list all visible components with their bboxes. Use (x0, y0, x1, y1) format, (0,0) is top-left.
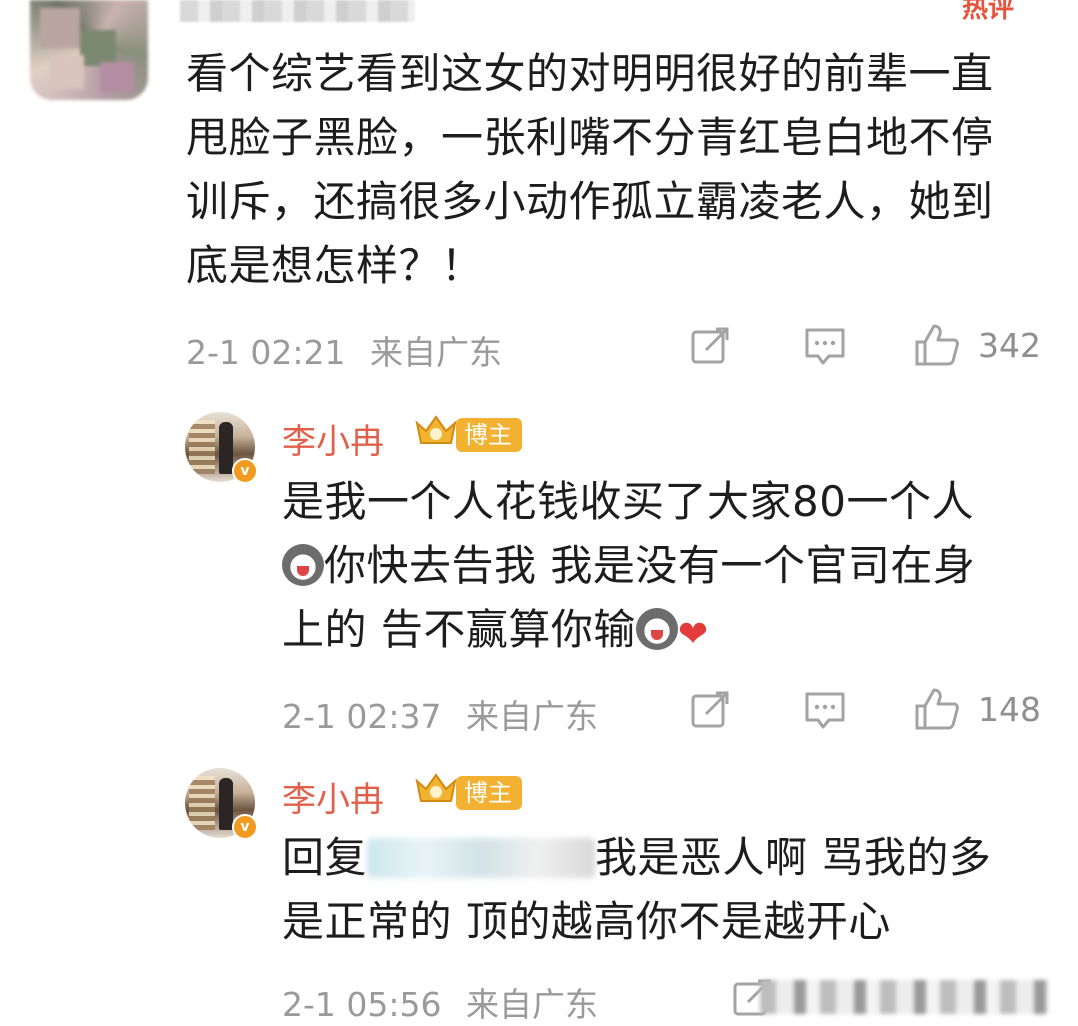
reply-body: 是我一个人花钱收买了大家80一个人 你快去告我 我是没有一个官司在身 上的 告不… (282, 470, 975, 667)
heart-emoji-icon: ❤ (677, 614, 709, 655)
thumbs-up-icon[interactable] (914, 686, 960, 732)
verified-badge-icon: v (232, 814, 258, 840)
reply-body: 回复 我是恶人啊 骂我的多 是正常的 顶的越高你不是越开心 (282, 826, 991, 954)
crown-icon (415, 773, 457, 802)
comment-line: 看个综艺看到这女的对明明很好的前辈一直 (186, 49, 994, 98)
like-count: 342 (978, 326, 1041, 365)
reply-username[interactable]: 李小冉 (282, 414, 384, 463)
reply-username[interactable]: 李小冉 (282, 772, 384, 821)
reply-prefix: 回复 (282, 833, 368, 882)
verified-badge-icon: v (232, 458, 258, 484)
actions-blurred (760, 980, 1050, 1014)
comment-body: 看个综艺看到这女的对明明很好的前辈一直 甩脸子黑脸，一张利嘴不分青红皂白地不停 … (186, 42, 994, 298)
husky-emoji-icon (635, 608, 678, 650)
reply-time: 2-1 02:37 (282, 697, 442, 736)
comment-line: 底是想怎样？！ (186, 241, 484, 290)
mention-blurred[interactable] (367, 838, 596, 878)
like-count: 148 (978, 690, 1041, 729)
blogger-badge: 博主 (456, 418, 522, 452)
thumbs-up-icon[interactable] (914, 322, 960, 368)
comment-time: 2-1 02:21 (186, 333, 346, 372)
commenter-avatar-blurred[interactable] (30, 0, 148, 100)
comment-line: 训斥，还搞很多小动作孤立霸凌老人，她到 (186, 177, 994, 226)
blogger-badge: 博主 (456, 776, 522, 810)
reply-time: 2-1 05:56 (282, 985, 442, 1024)
reply-line: 回复 我是恶人啊 骂我的多 (282, 833, 992, 882)
share-icon[interactable] (690, 690, 732, 730)
commenter-name-blurred[interactable] (180, 0, 415, 22)
reply-location: 来自广东 (466, 697, 598, 736)
reply-line: 你快去告我 我是没有一个官司在身 (282, 534, 975, 598)
comment-line: 甩脸子黑脸，一张利嘴不分青红皂白地不停 (186, 113, 994, 162)
reply-line: 是正常的 顶的越高你不是越开心 (282, 897, 891, 946)
comment-icon[interactable] (803, 326, 847, 366)
reply-line: 上的 告不赢算你输 ❤ (282, 605, 709, 655)
reply-meta: 2-1 05:56 来自广东 (282, 978, 598, 1026)
comment-icon[interactable] (803, 690, 847, 730)
hot-comment-label: 热评 (962, 0, 1015, 24)
reply-meta: 2-1 02:37 来自广东 (282, 690, 598, 738)
crown-icon (415, 415, 457, 444)
comment-location: 来自广东 (370, 333, 502, 372)
reply-location: 来自广东 (466, 985, 598, 1024)
comment-meta: 2-1 02:21 来自广东 (186, 326, 502, 374)
reply-line: 是我一个人花钱收买了大家80一个人 (282, 477, 974, 526)
husky-emoji-icon (282, 544, 324, 586)
share-icon[interactable] (690, 326, 732, 366)
